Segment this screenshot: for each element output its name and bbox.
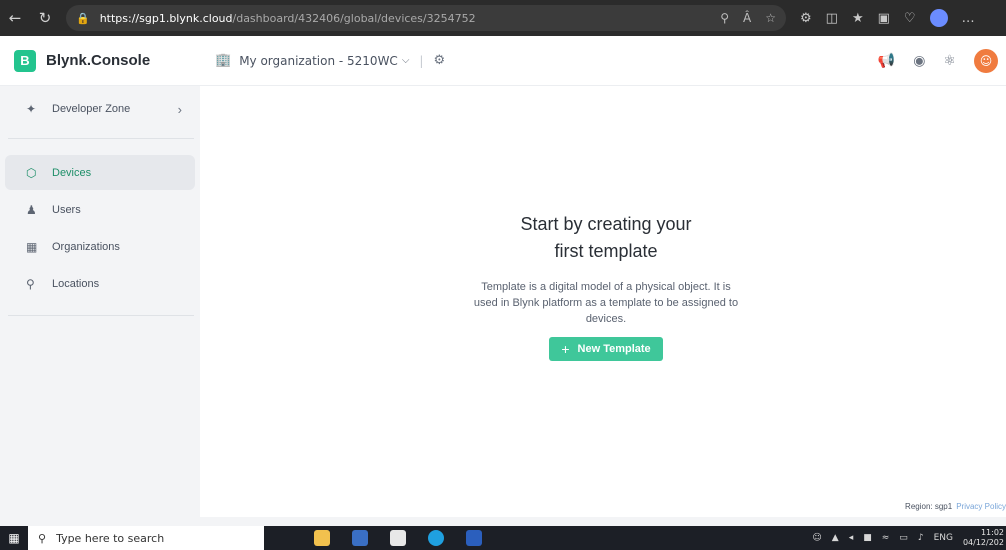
brand-name: Blynk.Console	[46, 52, 151, 69]
sidebar-item-label: Users	[52, 204, 81, 216]
search-placeholder: Type here to search	[56, 531, 165, 545]
sidebar-item-label: Organizations	[52, 241, 120, 253]
battery-icon[interactable]: ▭	[899, 533, 908, 543]
key-icon[interactable]: ⚲	[720, 11, 729, 25]
speaker-icon[interactable]: ◂	[849, 533, 854, 543]
megaphone-icon[interactable]: 📢	[878, 53, 895, 69]
clock[interactable]: 11:02 04/12/202	[963, 528, 1004, 548]
sidebar-item-label: Devices	[52, 166, 92, 179]
users-icon: ♟	[26, 203, 37, 217]
calculator-app-icon[interactable]	[352, 530, 368, 546]
sidebar-item-developer-zone[interactable]: ✦ Developer Zone ›	[0, 91, 200, 127]
location-pin-icon: ⚲	[26, 277, 35, 291]
new-template-label: New Template	[577, 343, 651, 355]
edge-browser-icon[interactable]	[428, 530, 444, 546]
privacy-policy-link[interactable]: Privacy Policy	[956, 502, 1006, 511]
file-explorer-icon[interactable]	[314, 530, 330, 546]
split-screen-icon[interactable]: ◫	[826, 11, 838, 26]
sidebar-divider	[8, 138, 194, 139]
people-icon[interactable]: ☺	[812, 533, 821, 543]
sidebar-item-label: Developer Zone	[52, 103, 131, 115]
footer: Region: sgp1 Privacy Policy	[905, 502, 1006, 511]
blynk-logo: B	[14, 49, 36, 72]
help-icon[interactable]: ◉	[913, 53, 925, 69]
favorites-icon[interactable]: ★	[852, 11, 864, 26]
app-header: B Blynk.Console 🏢 My organization - 5210…	[0, 36, 1006, 86]
chevron-down-icon[interactable]: ⌵	[402, 55, 410, 66]
browser-profile-icon[interactable]	[929, 9, 948, 27]
organization-name: My organization - 5210WC	[239, 53, 398, 68]
health-icon[interactable]: ♡	[904, 11, 916, 26]
building-icon: ▦	[26, 240, 38, 254]
divider: |	[419, 53, 424, 68]
word-app-icon[interactable]	[466, 530, 482, 546]
sidebar-item-label: Locations	[52, 278, 100, 290]
bug-icon[interactable]: ⚛	[943, 53, 956, 69]
settings-gear-icon[interactable]: ⚙	[433, 53, 445, 68]
plus-icon: +	[561, 341, 570, 357]
developer-zone-icon: ✦	[26, 102, 37, 116]
refresh-icon[interactable]: ↻	[30, 0, 60, 36]
wifi-icon[interactable]: ≈	[882, 533, 890, 543]
browser-toolbar: ← ↻ 🔒 https://sgp1.blynk.cloud/dashboard…	[0, 0, 1006, 36]
sidebar-item-users[interactable]: ♟ Users	[0, 192, 200, 228]
url-host: https://sgp1.blynk.cloud	[99, 11, 233, 25]
sidebar-item-locations[interactable]: ⚲ Locations	[0, 266, 200, 302]
address-bar[interactable]: 🔒 https://sgp1.blynk.cloud/dashboard/432…	[66, 5, 786, 31]
url-path: /dashboard/432406/global/devices/3254752	[232, 11, 476, 25]
empty-state-title: Start by creating your first template	[520, 214, 692, 261]
organization-selector[interactable]: 🏢 My organization - 5210WC ⌵ | ⚙	[215, 53, 445, 68]
clock-time: 11:02	[980, 528, 1004, 537]
region-label: Region: sgp1	[905, 502, 953, 511]
sidebar: ✦ Developer Zone › ⬡ Devices ♟ Users ▦ O…	[0, 86, 200, 517]
search-icon: ⚲	[38, 531, 47, 545]
google-drive-icon[interactable]: ▲	[832, 533, 839, 543]
windows-taskbar: ▦ ⚲ Type here to search ☺ ▲ ◂ ■ ≈ ▭ ♪ EN…	[0, 526, 1006, 550]
empty-state-description: Template is a digital model of a physica…	[473, 281, 739, 325]
windows-start-icon[interactable]: ▦	[0, 526, 28, 550]
brand[interactable]: B Blynk.Console	[0, 49, 200, 72]
antivirus-icon[interactable]: ■	[863, 533, 872, 543]
back-icon[interactable]: ←	[0, 0, 30, 36]
favorite-star-icon[interactable]: ☆	[765, 11, 776, 25]
sidebar-item-devices[interactable]: ⬡ Devices	[5, 155, 195, 190]
collections-icon[interactable]: ▣	[878, 11, 890, 26]
new-template-button[interactable]: + New Template	[549, 337, 663, 361]
sidebar-item-organizations[interactable]: ▦ Organizations	[0, 229, 200, 265]
taskbar-search[interactable]: ⚲ Type here to search	[28, 526, 264, 550]
building-icon: 🏢	[215, 53, 232, 68]
user-avatar[interactable]: ☺	[974, 48, 998, 73]
empty-state: Start by creating your first template Te…	[200, 211, 1006, 361]
clock-date: 04/12/202	[962, 538, 1004, 547]
read-aloud-icon[interactable]: Â	[743, 11, 751, 25]
language-indicator[interactable]: ENG	[934, 533, 953, 543]
lock-icon: 🔒	[76, 11, 90, 25]
main-content: Start by creating your first template Te…	[200, 86, 1006, 517]
more-icon[interactable]: …	[962, 11, 975, 26]
sidebar-divider	[8, 315, 194, 316]
extension-icon[interactable]: ⚙	[800, 11, 812, 26]
cube-icon: ⬡	[26, 165, 37, 180]
terminal-app-icon[interactable]	[390, 530, 406, 546]
chevron-right-icon: ›	[177, 101, 182, 117]
volume-icon[interactable]: ♪	[918, 533, 924, 543]
